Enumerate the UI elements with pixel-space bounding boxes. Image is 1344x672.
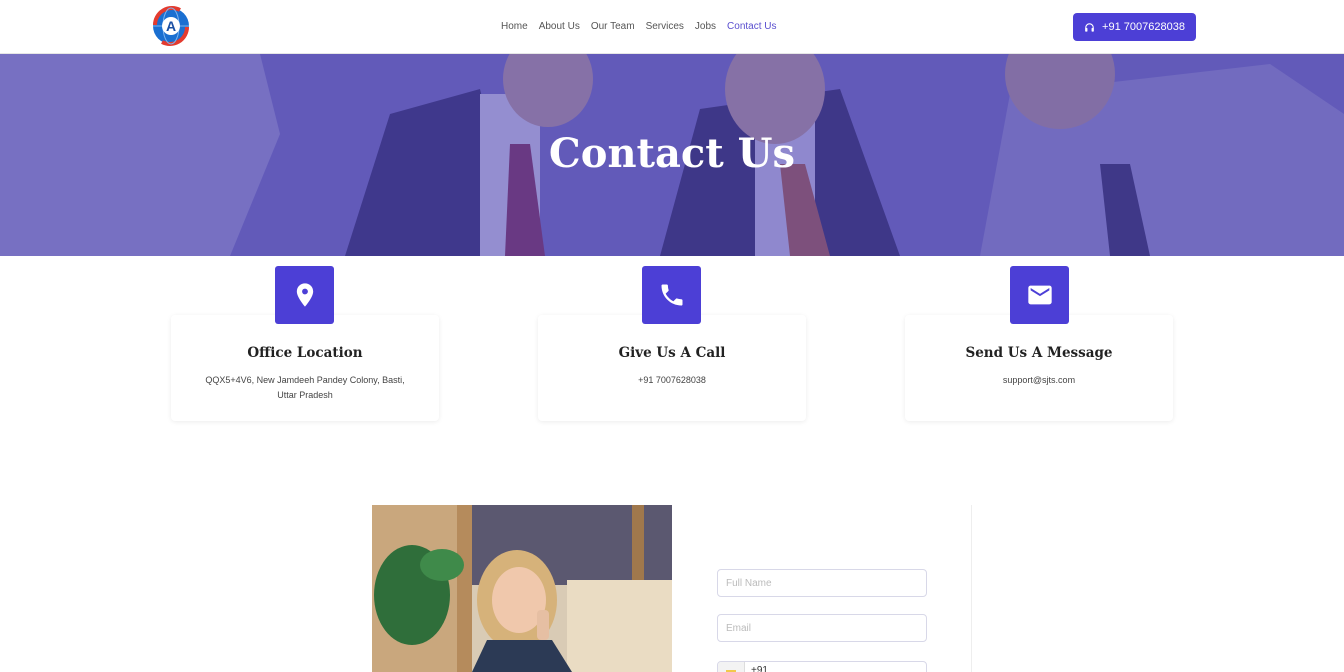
phone-input[interactable]: +91 [717, 661, 927, 672]
full-name-placeholder: Full Name [726, 577, 772, 589]
nav-our-team[interactable]: Our Team [591, 21, 635, 32]
call-button[interactable]: +91 7007628038 [1073, 13, 1196, 41]
hero-banner: Contact Us [0, 54, 1344, 256]
nav-services[interactable]: Services [646, 21, 684, 32]
envelope-icon [1010, 266, 1069, 324]
location-pin-icon [275, 266, 334, 324]
card-text: QQX5+4V6, New Jamdeeh Pandey Colony, Bas… [205, 375, 405, 400]
call-button-label: +91 7007628038 [1102, 21, 1185, 33]
card-text: support@sjts.com [1002, 375, 1076, 385]
card-title: Office Location [247, 345, 363, 361]
phone-icon [642, 266, 701, 324]
call-card: Give Us A Call +91 7007628038 [538, 315, 806, 421]
woman-on-phone-image [372, 505, 672, 672]
logo[interactable]: A [150, 3, 192, 49]
email-placeholder: Email [726, 622, 752, 634]
svg-text:A: A [166, 18, 176, 34]
nav-contact-us[interactable]: Contact Us [727, 21, 776, 32]
page-title: Contact Us [548, 130, 796, 177]
full-name-input[interactable]: Full Name [717, 569, 927, 597]
card-title: Send Us A Message [965, 345, 1113, 361]
globe-logo-icon: A [153, 6, 189, 46]
office-location-card: Office Location QQX5+4V6, New Jamdeeh Pa… [171, 315, 439, 421]
contact-photo [372, 505, 672, 672]
main-nav: Home About Us Our Team Services Jobs Con… [501, 21, 777, 32]
country-flag-icon[interactable] [718, 662, 745, 672]
card-title: Give Us A Call [618, 345, 726, 361]
message-card: Send Us A Message support@sjts.com [905, 315, 1173, 421]
card-text: +91 7007628038 [638, 375, 706, 385]
headset-icon [1085, 22, 1094, 32]
nav-home[interactable]: Home [501, 21, 528, 32]
nav-about-us[interactable]: About Us [539, 21, 580, 32]
site-header: A Home About Us Our Team Services Jobs C… [0, 0, 1344, 54]
nav-jobs[interactable]: Jobs [695, 21, 716, 32]
email-input[interactable]: Email [717, 614, 927, 642]
phone-code: +91 [751, 665, 768, 672]
